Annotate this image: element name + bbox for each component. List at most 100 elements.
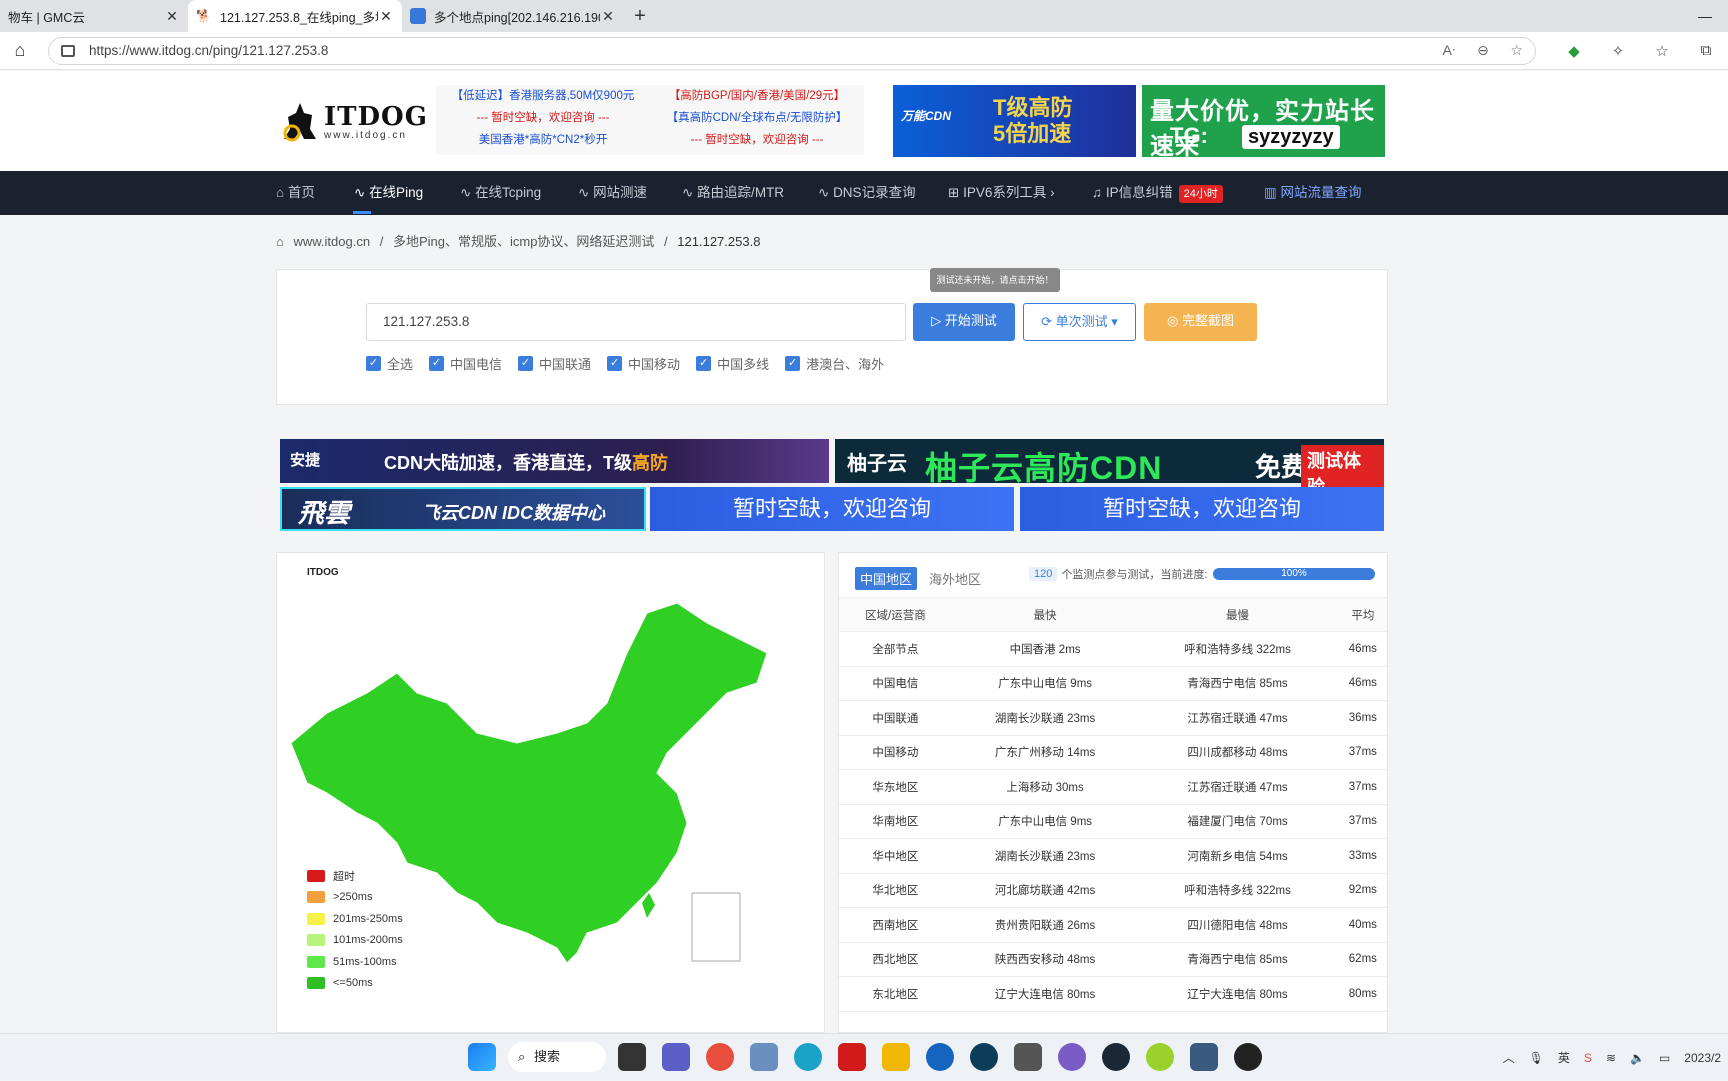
steam-icon[interactable] [1102,1043,1130,1071]
wifi-icon[interactable]: ≋ [1606,1051,1616,1065]
nav-traffic[interactable]: ▥ 网站流量查询 [1264,171,1362,215]
ad-line[interactable]: 美国香港*高防*CN2*秒开 [436,129,650,151]
ad-anjie-banner[interactable]: 安捷 CDN大陆加速，香港直连，T级高防 [280,439,829,483]
app-icon[interactable] [1190,1043,1218,1071]
microphone-icon[interactable]: 🎙 [1529,1051,1544,1065]
table-cell: 46ms [1336,631,1387,667]
nav-dns[interactable]: ∿ DNS记录查询 [818,171,916,215]
volume-icon[interactable]: 🔈 [1630,1051,1645,1065]
ad-line[interactable]: 【低延迟】香港服务器,50M仅900元 [436,85,650,107]
new-tab-icon[interactable]: + [624,0,656,32]
close-tab-icon[interactable]: ✕ [378,8,394,25]
favorites-icon[interactable]: ☆ [1640,42,1684,60]
headset-icon: ♫ [1092,185,1106,200]
app-icon[interactable] [970,1043,998,1071]
start-test-button[interactable]: ▷ 开始测试 [913,303,1015,341]
checkbox-telecom[interactable]: ✓ 中国电信 [429,354,502,373]
nav-speedtest[interactable]: ∿ 网站测速 [578,171,647,215]
checkbox-label: 全选 [387,357,414,372]
table-cell: 青海西宁电信 85ms [1138,942,1337,977]
zoom-icon[interactable]: ⊖ [1477,42,1489,58]
breadcrumb-link[interactable]: 多地Ping、常规版、icmp协议、网络延迟测试 [393,234,654,249]
nav-label: 网站测速 [593,185,648,200]
checkbox-mobile[interactable]: ✓ 中国移动 [607,354,680,373]
ad-banner-cdn[interactable]: 万能CDN T级高防 5倍加速 [893,85,1136,157]
site-logo[interactable]: ITDOG www.itdog.cn [280,99,428,143]
ad-banner-tg[interactable]: 量大价优，实力站长速来 TG: syzyzyzy [1142,85,1385,160]
ad-empty-slot[interactable]: 暂时空缺，欢迎咨询 [1020,487,1384,531]
chrome-icon[interactable] [706,1043,734,1071]
checkbox-all[interactable]: ✓ 全选 [366,354,413,373]
edge-icon[interactable] [794,1043,822,1071]
url-field[interactable]: https://www.itdog.cn/ping/121.127.253.8 … [47,36,1536,65]
extensions-icon[interactable]: ✧ [1596,42,1640,60]
checkbox-overseas[interactable]: ✓ 港澳台、海外 [785,354,884,373]
collections-icon[interactable]: ⧉ [1684,42,1728,60]
start-tooltip: 测试还未开始，请点击开始！ [930,268,1060,292]
close-tab-icon[interactable]: ✕ [600,8,616,25]
address-bar: ⌂ https://www.itdog.cn/ping/121.127.253.… [0,32,1728,70]
chevron-up-icon[interactable]: ︿ [1503,1049,1515,1066]
checkbox-unicom[interactable]: ✓ 中国联通 [518,354,591,373]
app-tray-icon[interactable]: S [1584,1051,1592,1065]
nav-traceroute[interactable]: ∿ 路由追踪/MTR [682,171,784,215]
table-cell: 东北地区 [839,976,952,1012]
task-view-icon[interactable] [618,1043,646,1071]
app-icon[interactable] [1058,1043,1086,1071]
table-cell: 华东地区 [839,769,952,805]
file-explorer-icon[interactable] [882,1043,910,1071]
ip-input[interactable]: 121.127.253.8 [366,303,906,341]
teams-icon[interactable] [662,1043,690,1071]
minimize-icon[interactable]: — [1682,0,1728,32]
text-ads[interactable]: 【低延迟】香港服务器,50M仅900元 --- 暂时空缺，欢迎咨询 --- 美国… [436,85,864,155]
battery-icon[interactable]: ▭ [1659,1051,1670,1065]
ad-line[interactable]: 【真高防CDN/全球布点/无限防护】 [650,107,864,129]
checkbox-multiline[interactable]: ✓ 中国多线 [696,354,769,373]
table-row: 中国联通 湖南长沙联通 23ms 江苏宿迁联通 47ms 36ms [839,700,1387,736]
home-icon[interactable]: ⌂ [0,40,40,61]
ad-line[interactable]: --- 暂时空缺，欢迎咨询 --- [650,129,864,151]
table-cell: 广东中山电信 9ms [951,804,1139,839]
ad-empty-slot[interactable]: 暂时空缺，欢迎咨询 [650,487,1014,531]
ad-feiyun-banner[interactable]: 飛雲 飞云CDN IDC数据中心 [280,487,646,531]
nav-tcping[interactable]: ∿ 在线Tcping [460,171,541,215]
single-test-dropdown[interactable]: ⟳ 单次测试 ▾ [1023,303,1136,341]
nav-ipv6[interactable]: ⊞ IPV6系列工具 › [948,171,1055,215]
grid-icon: ⊞ [948,185,964,200]
clock-text[interactable]: 2023/2 [1684,1051,1721,1065]
nav-ip-correction[interactable]: ♫ IP信息纠错 24小时 [1092,171,1223,215]
favorite-add-icon[interactable]: ☆ [1510,42,1523,58]
taskbar-search[interactable]: ⌕ 搜索 [508,1042,606,1072]
legend-item: 201ms-250ms [307,908,403,930]
banner-line: T级高防 [993,95,1073,120]
read-aloud-icon[interactable]: Aᐧ [1443,42,1456,58]
table-cell: 广东广州移动 14ms [951,735,1139,770]
breadcrumb-link[interactable]: www.itdog.cn [293,234,370,249]
tab-overseas[interactable]: 海外地区 [929,569,981,588]
nav-ping[interactable]: ∿ 在线Ping [354,171,423,215]
screenshot-button[interactable]: ◎ 完整截图 [1144,303,1257,341]
checkbox-checked-icon: ✓ [696,356,712,371]
tab-china[interactable]: 中国地区 [855,567,918,590]
start-icon[interactable] [468,1043,496,1071]
app-icon[interactable] [1014,1043,1042,1071]
browser-tab[interactable]: 多个地点ping[202.146.216.190] ✕ [402,0,624,32]
photos-icon[interactable] [750,1043,778,1071]
ad-line[interactable]: --- 暂时空缺，欢迎咨询 --- [436,107,650,129]
table-cell: 中国联通 [839,700,952,736]
app-icon[interactable] [926,1043,954,1071]
table-cell: 福建厦门电信 70ms [1138,804,1337,839]
browser-tab-active[interactable]: 🐕 121.127.253.8_在线ping_多地ping ✕ [188,0,402,32]
netease-music-icon[interactable] [838,1043,866,1071]
ad-youziyun-banner[interactable]: 柚子云 柚子云高防CDN 免费 测试体验 [835,439,1384,501]
app-icon[interactable] [1234,1043,1262,1071]
ad-line[interactable]: 【高防BGP/国内/香港/美国/29元】 [650,85,864,107]
nav-home[interactable]: ⌂ 首页 [276,171,315,215]
close-tab-icon[interactable]: ✕ [164,8,180,25]
extension-icon[interactable]: ◆ [1552,42,1596,60]
table-row: 西南地区 贵州贵阳联通 26ms 四川德阳电信 48ms 40ms [839,907,1387,943]
app-icon[interactable] [1146,1043,1174,1071]
tab-title: 物车 | GMC云 [8,10,85,25]
browser-tab[interactable]: 物车 | GMC云 ✕ [0,0,188,32]
input-method-icon[interactable]: 英 [1558,1049,1570,1066]
